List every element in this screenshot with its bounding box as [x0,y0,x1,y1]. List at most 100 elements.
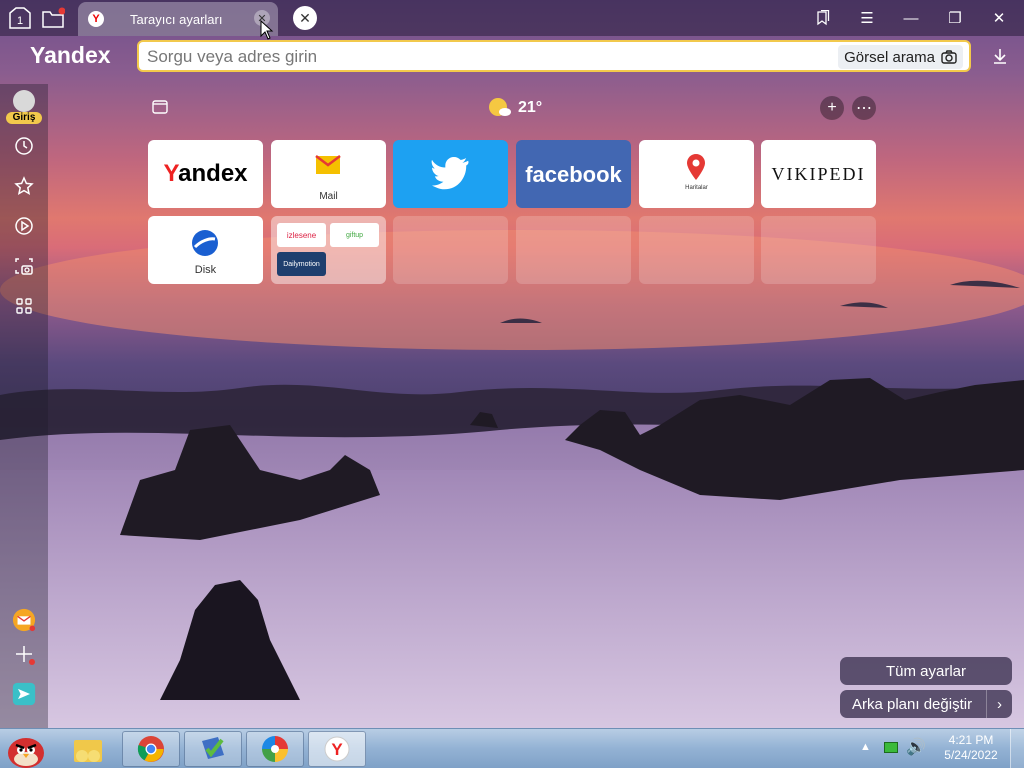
mail-icon [315,155,341,174]
chrome-taskbar-button[interactable] [122,731,180,767]
login-label: Giriş [6,112,42,124]
favorites-button[interactable] [12,174,36,198]
color-app-taskbar-button[interactable] [246,731,304,767]
weather-widget[interactable]: 21° [488,97,542,119]
add-tile-button[interactable]: + [820,96,844,120]
login-button[interactable]: Giriş [6,90,42,124]
yandex-logo[interactable]: Yandex [30,42,111,69]
apps-button[interactable] [12,294,36,318]
grid-icon [16,298,32,314]
avatar-icon [13,90,35,112]
folder-item-giftup: giftup [330,223,379,247]
bookmarks-button[interactable] [808,4,838,32]
mail-app-button[interactable] [12,608,36,632]
angry-bird-icon [8,738,44,768]
tile-wikipedia[interactable]: VIKIPEDI [761,140,876,208]
restore-icon: ❐ [948,10,962,27]
close-circle-icon[interactable]: ✕ [293,6,317,30]
tile-empty[interactable] [516,216,631,284]
map-pin-icon [687,154,705,180]
tile-disk-label: Disk [194,264,217,276]
tile-facebook[interactable]: facebook [516,140,631,208]
tile-empty[interactable] [639,216,754,284]
change-background-label: Arka planı değiştir [852,695,973,713]
tab-settings[interactable]: Y Tarayıcı ayarları ✕ [78,2,278,36]
add-panel-button[interactable] [12,642,36,666]
change-background-button[interactable]: Arka planı değiştir › [840,690,1012,718]
tile-empty[interactable] [393,216,508,284]
color-wheel-icon [262,736,288,762]
all-settings-button[interactable]: Tüm ayarlar [840,657,1012,685]
mail-envelope-icon [12,608,36,632]
folder-icon [42,7,65,28]
more-icon: ⋯ [856,100,872,117]
twitter-bird-icon [431,157,469,190]
volume-icon[interactable]: 🔊 [906,737,926,757]
downloads-button[interactable] [990,46,1010,66]
more-options-button[interactable]: ⋯ [852,96,876,120]
play-icon [15,217,33,235]
alice-button[interactable] [12,682,36,706]
close-window-button[interactable]: ✕ [984,4,1014,32]
tile-maps[interactable]: Haritalar [639,140,754,208]
chrome-icon [137,736,164,762]
hamburger-icon: ☰ [860,10,874,27]
clock-time: 4:21 PM [948,733,994,747]
new-folder-tab-button[interactable] [38,4,68,32]
explorer-taskbar-icon[interactable] [70,732,108,766]
tile-yandex-y: Y [163,160,179,187]
chevron-right-icon[interactable]: › [986,690,1012,718]
checklist-icon [202,737,224,759]
window-icon[interactable] [152,100,168,114]
star-icon [14,176,34,195]
close-icon: ✕ [992,10,1006,27]
start-button[interactable] [4,729,48,768]
sidebar: Giriş [0,84,48,728]
tile-mail-label: Mail [319,191,338,202]
download-icon [994,49,1006,64]
taskbar-clock[interactable]: 4:21 PM 5/24/2022 [936,733,1006,763]
taskbar: Y ▲ 🔊 [0,728,1024,768]
tabs-icon: 1 [9,7,31,29]
image-search-button[interactable]: Görsel arama [838,45,963,69]
tile-mail[interactable]: Mail [271,140,386,208]
screenshot-camera-icon [15,258,33,275]
camera-icon [941,50,957,64]
search-input[interactable] [147,46,807,68]
mouse-cursor-icon [260,20,274,40]
alice-icon [12,682,36,706]
folder-item-dailymotion: Dailymotion [277,252,326,276]
tile-folder[interactable]: izlesene giftup Dailymotion [271,216,386,284]
tab-title: Tarayıcı ayarları [130,11,223,27]
network-icon[interactable] [884,742,898,753]
tile-empty[interactable] [761,216,876,284]
tile-wikipedia-label: VIKIPEDI [771,164,866,184]
yandex-browser-icon: Y [324,736,350,762]
svg-text:1: 1 [17,15,23,27]
minimize-icon: — [903,9,919,27]
tray-expand-icon[interactable]: ▲ [860,741,871,753]
address-bar[interactable]: Görsel arama [137,40,971,72]
menu-button[interactable]: ☰ [852,4,882,32]
bookmark-icon [817,10,830,26]
minimize-button[interactable]: — [896,4,926,32]
tile-maps-label: Haritalar [685,185,708,191]
history-button[interactable] [12,134,36,158]
tile-twitter[interactable] [393,140,508,208]
yandex-taskbar-button[interactable]: Y [308,731,366,767]
show-desktop-button[interactable] [1010,729,1024,768]
sun-cloud-icon [489,98,511,116]
restore-button[interactable]: ❐ [940,4,970,32]
tile-yandex[interactable]: Yandex [148,140,263,208]
clock-icon [15,137,33,155]
clock-date: 5/24/2022 [944,748,998,762]
image-search-label: Görsel arama [844,48,935,66]
media-button[interactable] [12,214,36,238]
app-taskbar-button[interactable] [184,731,242,767]
tab-counter-button[interactable]: 1 [5,4,35,32]
disk-icon [192,230,218,256]
screenshot-button[interactable] [12,254,36,278]
plus-icon: + [827,99,837,116]
tile-disk[interactable]: Disk [148,216,263,284]
svg-text:Y: Y [331,740,343,759]
